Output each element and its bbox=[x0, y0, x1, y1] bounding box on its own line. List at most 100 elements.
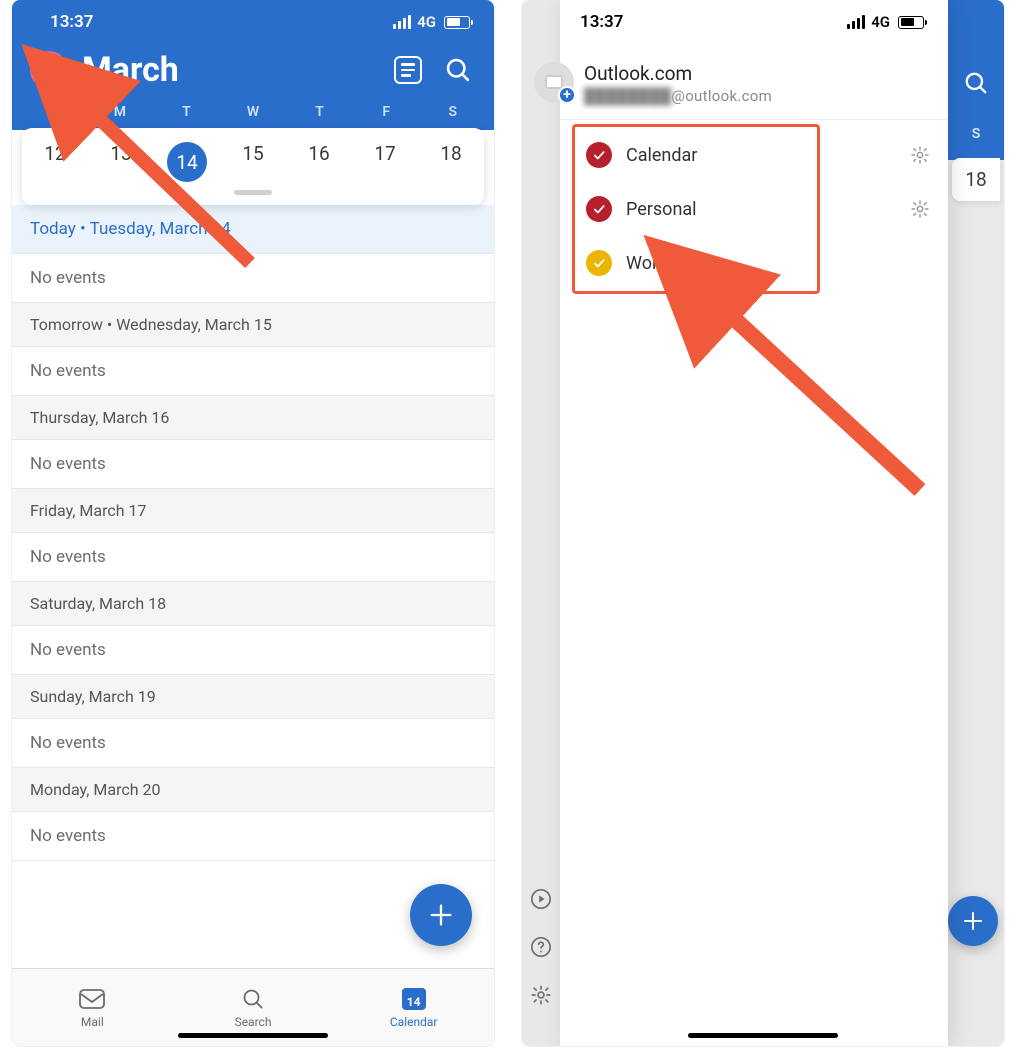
no-events-row: No events bbox=[12, 812, 494, 861]
calendar-checkbox[interactable] bbox=[586, 250, 612, 276]
account-title: Outlook.com bbox=[584, 62, 772, 85]
date-cell[interactable]: 14 bbox=[154, 142, 220, 182]
calendar-checkbox[interactable] bbox=[586, 142, 612, 168]
signal-icon bbox=[847, 15, 865, 29]
agenda-day-header[interactable]: Thursday, March 16 bbox=[12, 396, 494, 440]
date-cell[interactable]: 17 bbox=[352, 142, 418, 182]
status-right: 4G bbox=[393, 13, 470, 31]
rail-bottom-icons bbox=[522, 888, 560, 1006]
no-events-row: No events bbox=[12, 347, 494, 396]
tab-search-label: Search bbox=[235, 1015, 272, 1029]
calendar-checkbox[interactable] bbox=[586, 196, 612, 222]
battery-icon bbox=[444, 16, 470, 29]
profile-avatar[interactable]: D bbox=[30, 51, 68, 89]
battery-icon bbox=[898, 16, 924, 29]
agenda-day-header[interactable]: Tomorrow • Wednesday, March 15 bbox=[12, 303, 494, 347]
calendar-settings-button[interactable] bbox=[910, 145, 930, 165]
search-icon bbox=[239, 987, 267, 1011]
calendar-item[interactable]: Work bbox=[560, 236, 948, 290]
calendar-item[interactable]: Personal bbox=[560, 182, 948, 236]
add-account-badge[interactable]: + bbox=[558, 86, 576, 104]
search-button[interactable] bbox=[963, 70, 989, 96]
tab-mail[interactable]: Mail bbox=[12, 969, 173, 1046]
agenda-icon bbox=[394, 56, 422, 84]
date-cell[interactable]: 16 bbox=[286, 142, 352, 182]
calendar-item[interactable]: Calendar bbox=[560, 128, 948, 182]
help-icon[interactable] bbox=[530, 936, 552, 958]
agenda-day-header[interactable]: Friday, March 17 bbox=[12, 489, 494, 533]
check-icon bbox=[592, 202, 606, 216]
new-event-button[interactable] bbox=[948, 896, 998, 946]
agenda-day-header[interactable]: Saturday, March 18 bbox=[12, 582, 494, 626]
no-events-row: No events bbox=[12, 254, 494, 303]
gear-icon bbox=[910, 145, 930, 165]
search-icon bbox=[444, 56, 472, 84]
weekday-label: T bbox=[153, 104, 220, 120]
agenda-view-button[interactable] bbox=[390, 52, 426, 88]
calendar-name: Work bbox=[626, 253, 930, 274]
month-title[interactable]: March bbox=[82, 50, 376, 90]
date-cell[interactable]: 12 bbox=[22, 142, 88, 182]
weekday-label: S bbox=[20, 104, 87, 120]
home-indicator[interactable] bbox=[178, 1033, 328, 1038]
calendar-header: 13:37 4G D March SMTWTFS bbox=[12, 0, 494, 130]
date-row: 12131415161718 bbox=[22, 142, 484, 182]
search-icon bbox=[963, 70, 989, 96]
tab-calendar[interactable]: 14 Calendar bbox=[333, 969, 494, 1046]
background-calendar-sliver: S 18 bbox=[948, 0, 1004, 1046]
network-label: 4G bbox=[417, 13, 436, 31]
date-cell[interactable]: 13 bbox=[88, 142, 154, 182]
mail-icon bbox=[78, 987, 106, 1011]
weekday-label: M bbox=[87, 104, 154, 120]
status-bar: 13:37 4G bbox=[560, 0, 948, 44]
no-events-row: No events bbox=[12, 533, 494, 582]
check-icon bbox=[592, 256, 606, 270]
calendar-name: Personal bbox=[626, 199, 896, 220]
search-button[interactable] bbox=[440, 52, 476, 88]
calendar-glyph-icon bbox=[545, 75, 563, 89]
agenda-day-header[interactable]: Monday, March 20 bbox=[12, 768, 494, 812]
calendar-icon: 14 bbox=[400, 987, 428, 1011]
new-event-button[interactable] bbox=[410, 884, 472, 946]
status-time: 13:37 bbox=[580, 12, 623, 32]
home-indicator[interactable] bbox=[688, 1033, 838, 1038]
account-header[interactable]: + Outlook.com ████████@outlook.com bbox=[560, 62, 948, 120]
calendar-app-screen: 13:37 4G D March SMTWTFS 1213141 bbox=[12, 0, 494, 1046]
calendar-list: Calendar Personal Work bbox=[560, 120, 948, 298]
weekday-label: S bbox=[419, 104, 486, 120]
weekday-label: W bbox=[220, 104, 287, 120]
tab-calendar-label: Calendar bbox=[390, 1015, 438, 1029]
no-events-row: No events bbox=[12, 440, 494, 489]
date-cell[interactable]: 18 bbox=[418, 142, 484, 182]
account-email: ████████@outlook.com bbox=[584, 87, 772, 105]
status-bar: 13:37 4G bbox=[12, 0, 494, 44]
date-cell[interactable]: 18 bbox=[952, 158, 1000, 201]
network-label: 4G bbox=[871, 13, 890, 31]
calendar-settings-button[interactable] bbox=[910, 199, 930, 219]
calendars-panel: 13:37 4G + Outlook.com ████████@outlook.… bbox=[560, 0, 948, 1046]
weekday-row: SMTWTFS bbox=[12, 104, 494, 130]
weekday-label: F bbox=[353, 104, 420, 120]
weekday-label: S bbox=[972, 126, 981, 142]
no-events-row: No events bbox=[12, 719, 494, 768]
gear-icon bbox=[910, 199, 930, 219]
settings-icon[interactable] bbox=[530, 984, 552, 1006]
status-time: 13:37 bbox=[50, 12, 93, 32]
tab-mail-label: Mail bbox=[81, 1015, 104, 1029]
status-right: 4G bbox=[847, 13, 924, 31]
agenda-day-header[interactable]: Today • Tuesday, March 14 bbox=[12, 205, 494, 254]
play-icon[interactable] bbox=[530, 888, 552, 910]
plus-icon bbox=[427, 901, 455, 929]
date-cell[interactable]: 15 bbox=[220, 142, 286, 182]
agenda-list[interactable]: Today • Tuesday, March 14No eventsTomorr… bbox=[12, 205, 494, 968]
plus-icon bbox=[961, 909, 985, 933]
annotation-arrow bbox=[680, 270, 940, 510]
weekday-label: T bbox=[286, 104, 353, 120]
calendar-sidebar-screen: S 18 13:37 4G bbox=[522, 0, 1004, 1046]
account-avatar[interactable]: + bbox=[534, 62, 574, 102]
drag-handle[interactable] bbox=[234, 190, 272, 195]
signal-icon bbox=[393, 15, 411, 29]
check-icon bbox=[592, 148, 606, 162]
agenda-day-header[interactable]: Sunday, March 19 bbox=[12, 675, 494, 719]
week-dates-card[interactable]: 12131415161718 bbox=[22, 128, 484, 205]
